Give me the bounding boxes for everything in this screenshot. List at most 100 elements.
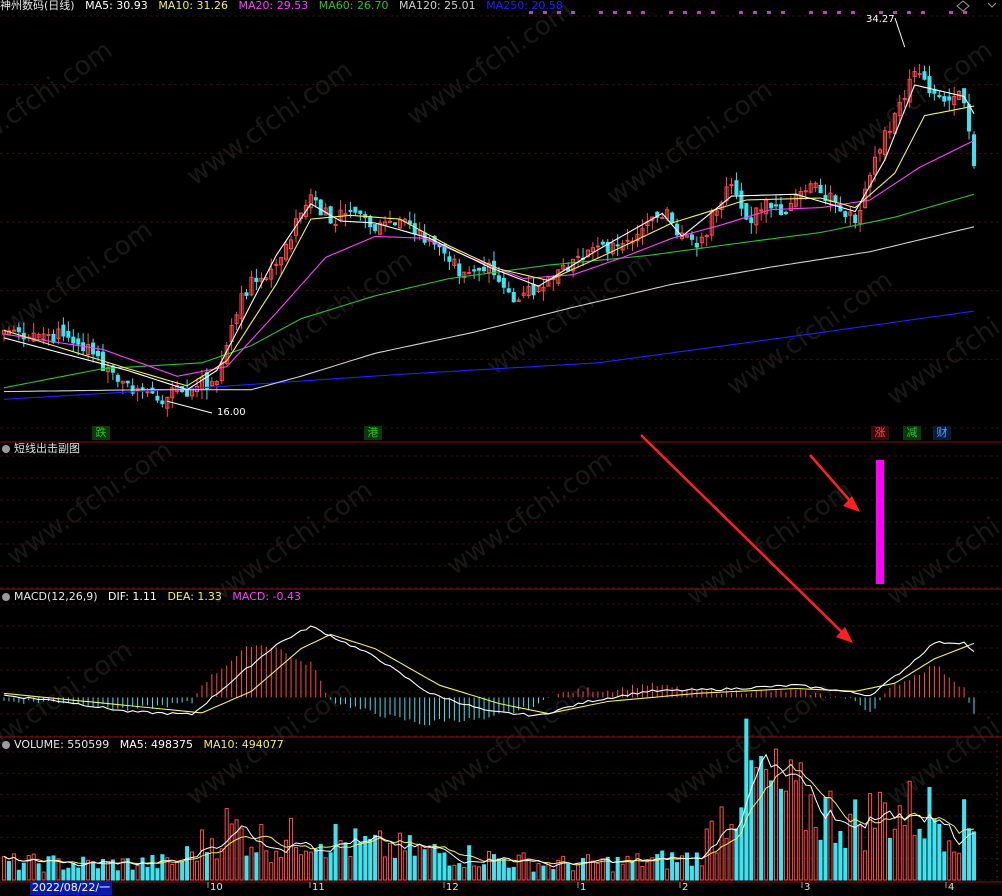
- stock-chart[interactable]: www.cfchi.com www.cfchi.com www.cfchi.com w…: [0, 0, 1002, 896]
- volume-bar-down: [66, 867, 71, 881]
- volume-bar-up: [477, 866, 482, 881]
- volume-bar-down: [313, 848, 318, 881]
- volume-bar-up: [462, 866, 467, 881]
- volume-bar-down: [749, 760, 754, 881]
- volume-bar-up: [877, 791, 883, 881]
- volume-bar-down: [244, 855, 249, 881]
- candle-down: [971, 134, 977, 166]
- volume-bar-up: [269, 862, 274, 881]
- candle-down: [734, 180, 739, 196]
- candle-down: [615, 244, 620, 247]
- candle-up: [759, 209, 764, 212]
- volume-bar-up: [289, 817, 294, 881]
- volume-bar-up: [41, 871, 46, 881]
- volume-bar-up: [239, 827, 244, 881]
- signal-dot: [627, 11, 631, 14]
- volume-bar-up: [209, 838, 214, 881]
- signal-dot: [963, 11, 967, 14]
- volume-bar-down: [254, 852, 259, 881]
- volume-bar-up: [635, 853, 640, 881]
- candle-down: [318, 199, 323, 216]
- candle-up: [887, 130, 892, 133]
- volume-bar-up: [585, 854, 591, 881]
- volume-bar-down: [833, 842, 838, 881]
- candle-down: [853, 214, 858, 224]
- volume-bar-down: [675, 862, 680, 881]
- candle-down: [204, 372, 209, 390]
- volume-bar-up: [764, 769, 769, 881]
- volume-bar-down: [145, 866, 150, 881]
- candle-up: [46, 334, 51, 337]
- volume-bar-up: [170, 863, 175, 881]
- volume-bar-up: [31, 853, 36, 881]
- signal-dot: [529, 11, 533, 14]
- candle-up: [729, 184, 734, 187]
- volume-bar-down: [36, 863, 41, 881]
- volume-bar-down: [769, 780, 774, 881]
- volume-bar-down: [6, 860, 11, 881]
- volume-bar-up: [486, 850, 492, 881]
- watermark-text: www.cfchi.com: [421, 675, 598, 811]
- candle-down: [457, 263, 462, 277]
- candle-down: [689, 234, 694, 240]
- candle-down: [506, 288, 511, 293]
- candle-down: [313, 197, 318, 201]
- volume-bar-up: [902, 824, 907, 881]
- volume-bar-down: [318, 843, 323, 881]
- candle-up: [595, 245, 600, 248]
- candle-down: [244, 292, 249, 296]
- volume-bar-up: [665, 868, 670, 881]
- volume-bar-up: [274, 850, 279, 881]
- volume-bar-down: [566, 863, 571, 881]
- volume-bar-down: [942, 851, 947, 881]
- volume-bar-up: [863, 850, 868, 881]
- volume-bar-down: [501, 858, 506, 881]
- candle-down: [783, 211, 788, 215]
- candle-up: [145, 391, 150, 394]
- candle-down: [843, 211, 848, 218]
- candle-down: [531, 283, 536, 296]
- volume-bar-up: [383, 856, 388, 881]
- signal-dot: [711, 11, 715, 14]
- volume-bar-down: [971, 831, 977, 881]
- macd-layer: [3, 625, 975, 726]
- volume-bar-up: [595, 862, 600, 881]
- volume-bar-down: [160, 854, 165, 881]
- price-high-pointer: [894, 17, 906, 48]
- volume-bar-down: [368, 838, 373, 881]
- volume-bar-up: [783, 790, 788, 881]
- volume-bar-up: [813, 827, 818, 881]
- volume-bar-down: [333, 824, 338, 881]
- volume-bar-down: [506, 867, 511, 881]
- volume-bar-down: [16, 869, 21, 881]
- volume-bar-down: [328, 852, 333, 881]
- volume-bar-up: [590, 860, 595, 881]
- candle-down: [833, 195, 838, 203]
- volume-bar-down: [694, 852, 699, 881]
- watermark-text: www.cfchi.com: [681, 475, 858, 611]
- candle-down: [140, 387, 145, 390]
- signal-dot: [921, 11, 925, 14]
- volume-bar-up: [957, 852, 962, 881]
- candle-down: [937, 95, 942, 98]
- volume-bar-up: [199, 829, 204, 881]
- volume-bar-down: [81, 856, 86, 881]
- candle-down: [348, 209, 353, 212]
- volume-bar-up: [952, 851, 957, 881]
- signal-dot: [613, 11, 617, 14]
- candle-down: [358, 210, 363, 214]
- candle-down: [160, 400, 165, 405]
- watermark-layer: www.cfchi.com www.cfchi.com www.cfchi.com w…: [0, 0, 1002, 812]
- volume-bar-up: [229, 823, 234, 881]
- volume-bar-up: [719, 806, 724, 881]
- volume-bar-down: [838, 830, 843, 881]
- volume-bar-up: [234, 819, 239, 881]
- chevron-down-icon: [987, 2, 997, 8]
- watermark-text: www.cfchi.com: [201, 475, 378, 611]
- volume-bar-up: [912, 834, 917, 881]
- watermark-text: www.cfchi.com: [241, 245, 418, 381]
- candle-down: [694, 242, 699, 248]
- volume-bar-up: [793, 780, 798, 881]
- volume-bar-up: [194, 860, 200, 881]
- volume-bar-down: [689, 865, 694, 881]
